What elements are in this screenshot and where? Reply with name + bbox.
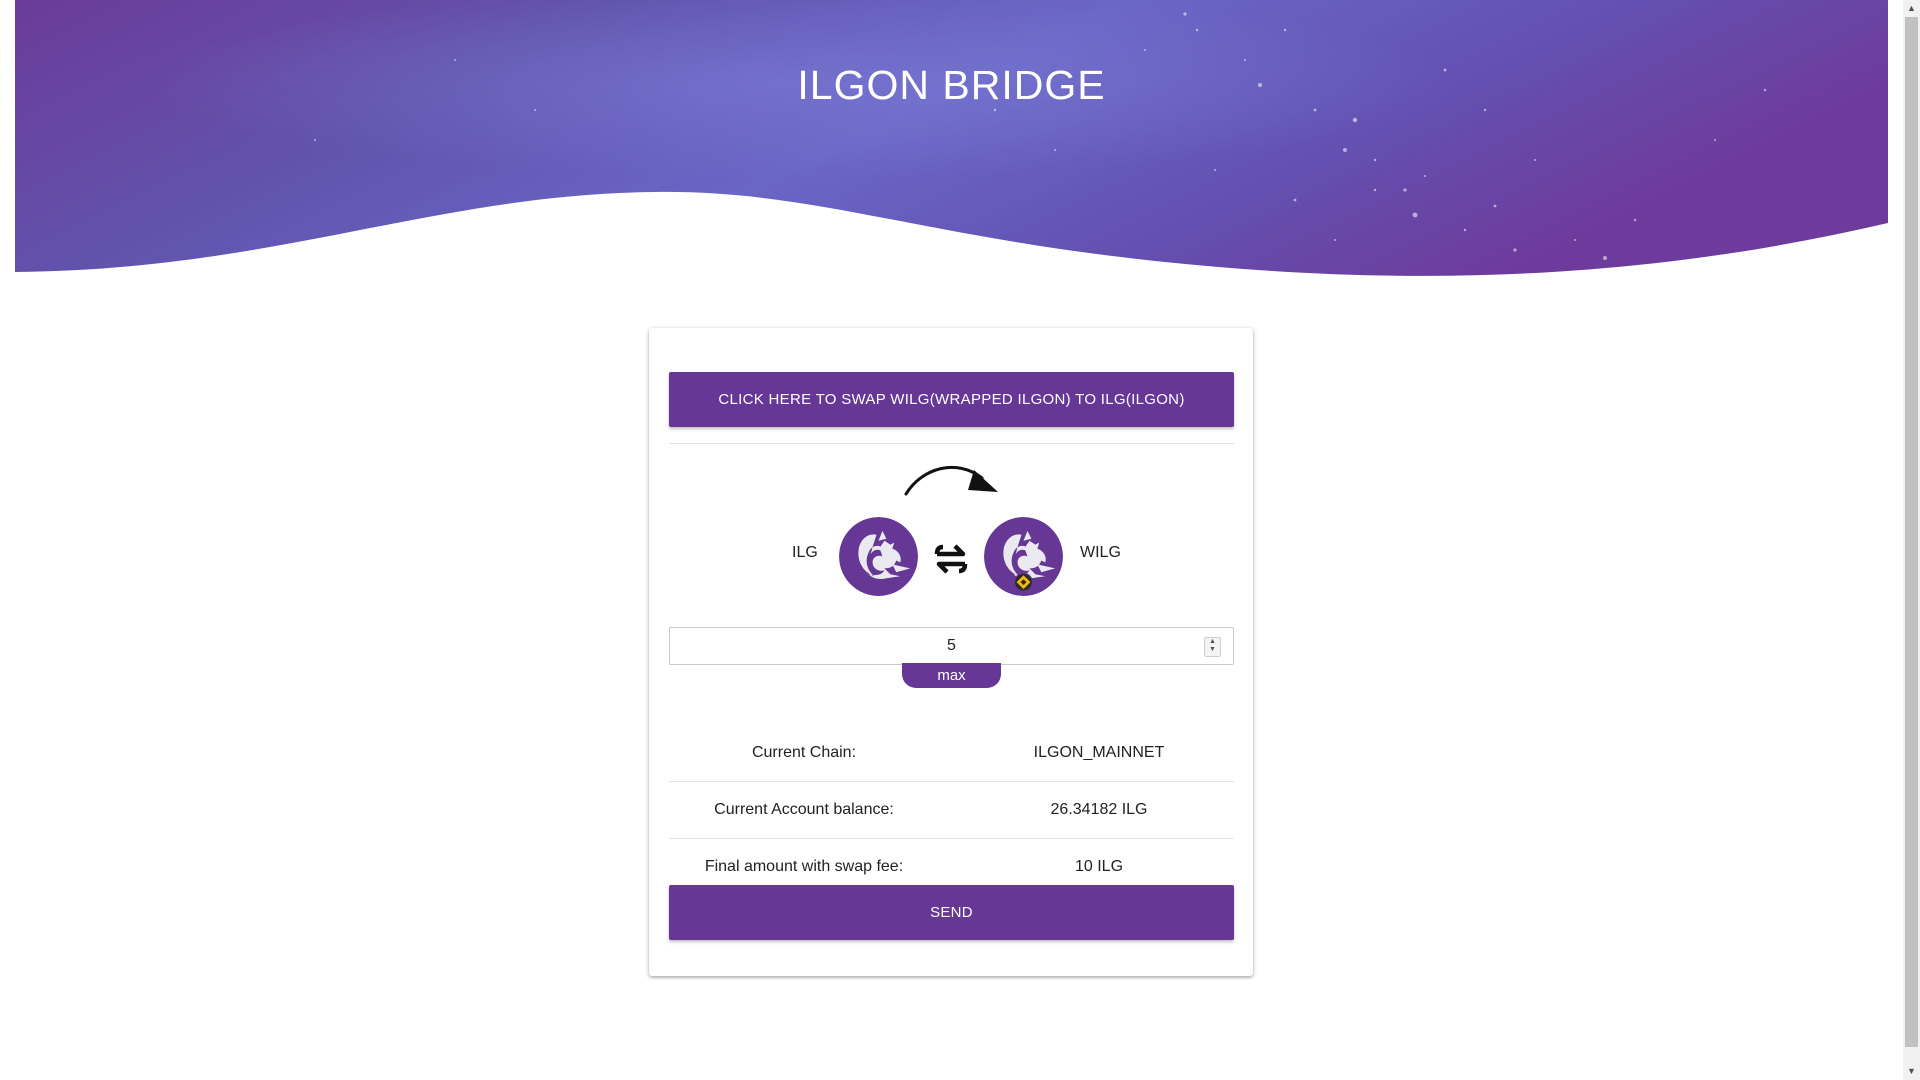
max-button[interactable]: max bbox=[902, 663, 1001, 688]
info-label: Current Chain: bbox=[751, 744, 857, 761]
vertical-scrollbar[interactable]: ▲ ▼ bbox=[1903, 0, 1920, 1080]
info-value: ILGON_MAINNET bbox=[1033, 744, 1165, 761]
curved-arrow-right-icon bbox=[904, 466, 998, 496]
amount-input[interactable] bbox=[670, 628, 1233, 664]
scroll-up-icon[interactable]: ▲ bbox=[1903, 0, 1920, 17]
amount-field[interactable]: ▲▼ bbox=[669, 627, 1234, 665]
info-row-balance: Current Account balance: 26.34182 ILG bbox=[669, 781, 1234, 838]
from-token-label: ILG bbox=[792, 544, 818, 561]
ilg-logo-icon bbox=[839, 517, 918, 596]
swap-direction-button[interactable]: CLICK HERE TO SWAP WILG(WRAPPED ILGON) T… bbox=[669, 372, 1234, 427]
swap-pair: ILG WILG bbox=[649, 458, 1253, 608]
page-title: ILGON BRIDGE bbox=[797, 62, 1106, 108]
bridge-card: CLICK HERE TO SWAP WILG(WRAPPED ILGON) T… bbox=[649, 328, 1253, 976]
info-row-chain: Current Chain: ILGON_MAINNET bbox=[669, 724, 1234, 781]
starry-wave-background bbox=[15, 0, 1888, 276]
info-label: Current Account balance: bbox=[714, 801, 894, 818]
number-stepper-icon[interactable]: ▲ ▼ bbox=[1204, 637, 1221, 657]
header-banner: ILGON BRIDGE bbox=[15, 0, 1888, 285]
info-value: 26.34182 ILG bbox=[1050, 801, 1148, 818]
divider bbox=[669, 443, 1234, 444]
send-button[interactable]: SEND bbox=[669, 885, 1234, 940]
scroll-thumb[interactable] bbox=[1905, 17, 1918, 1047]
swap-arrows-icon bbox=[934, 544, 968, 574]
wilg-logo-icon bbox=[984, 517, 1063, 596]
scroll-down-icon[interactable]: ▼ bbox=[1903, 1063, 1920, 1080]
to-token-label: WILG bbox=[1080, 544, 1121, 561]
